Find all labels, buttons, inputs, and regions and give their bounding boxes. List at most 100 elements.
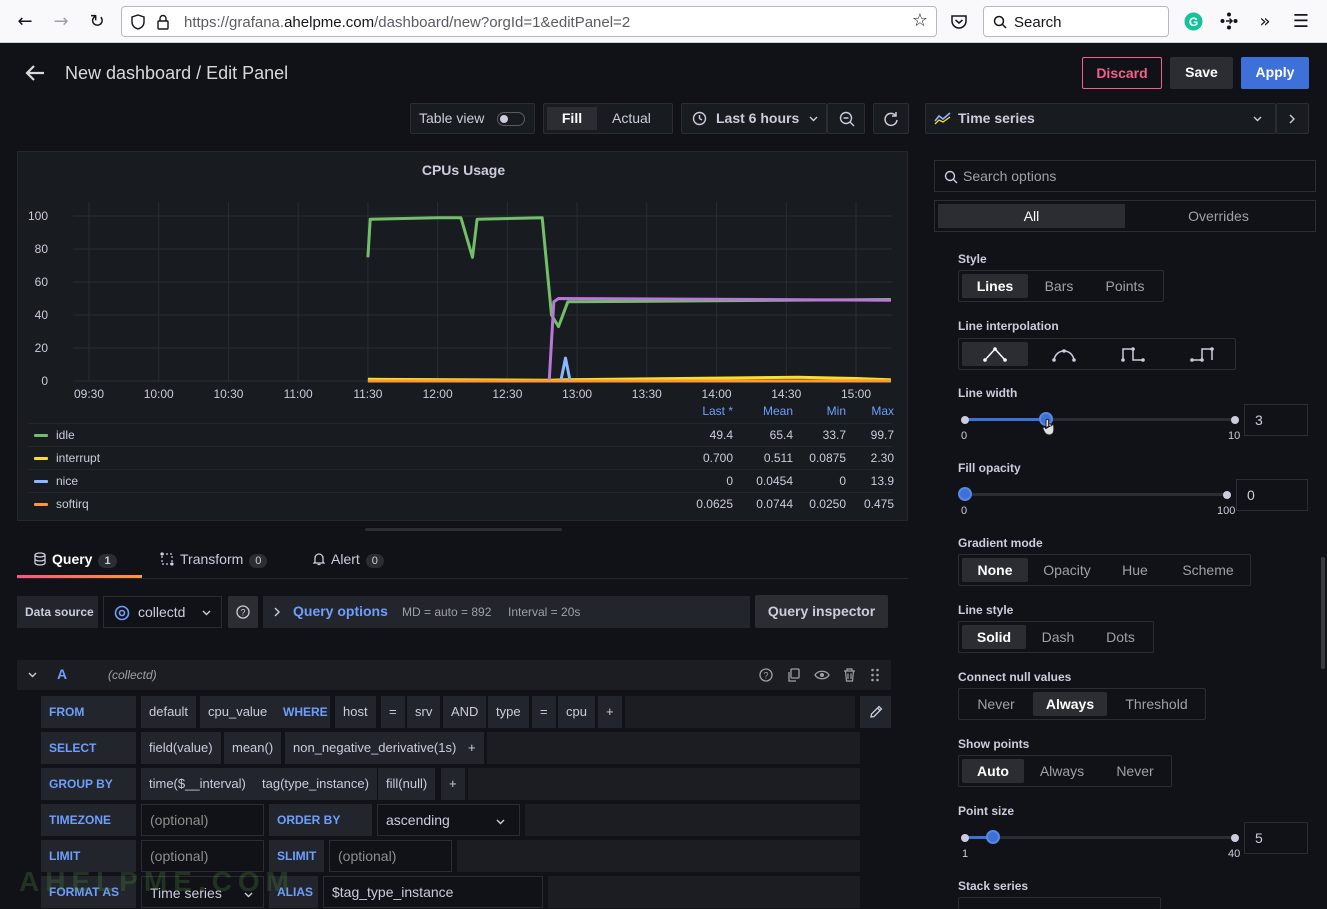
show-points-always-option[interactable]: Always xyxy=(1027,759,1097,783)
fill-opacity-slider-handle[interactable] xyxy=(958,487,972,501)
line-style-dash-option[interactable]: Dash xyxy=(1029,625,1087,649)
measurement-segment[interactable]: cpu_value xyxy=(200,696,276,728)
where-value-srv[interactable]: srv xyxy=(407,696,441,728)
legend-header[interactable]: Last * xyxy=(673,404,733,418)
fill-option[interactable]: Fill xyxy=(547,107,597,130)
group-by-fill-segment[interactable]: fill(null) xyxy=(378,768,436,800)
legend-row[interactable]: interrupt 0.700 0.511 0.0875 2.30 xyxy=(28,446,894,469)
where-operator[interactable]: = xyxy=(532,696,556,728)
group-by-time-segment[interactable]: time($__interval) xyxy=(141,768,254,800)
visualization-picker[interactable]: Time series xyxy=(925,103,1276,134)
point-size-input[interactable]: 5 xyxy=(1244,822,1308,854)
fill-opacity-slider-track[interactable] xyxy=(965,493,1227,496)
back-arrow-icon[interactable] xyxy=(24,63,46,83)
gradient-scheme-option[interactable]: Scheme xyxy=(1167,558,1249,582)
help-circle-icon[interactable]: ? xyxy=(759,668,773,682)
select-transform-segment[interactable]: non_negative_derivative(1s) xyxy=(285,732,465,764)
pocket-icon[interactable] xyxy=(950,13,968,31)
gradient-none-option[interactable]: None xyxy=(962,558,1028,582)
line-style-dots-option[interactable]: Dots xyxy=(1090,625,1151,649)
apply-button[interactable]: Apply xyxy=(1241,57,1309,89)
legend-row[interactable]: softirq 0.0625 0.0744 0.0250 0.475 xyxy=(28,492,894,515)
gradient-hue-option[interactable]: Hue xyxy=(1106,558,1164,582)
legend-header[interactable]: Max xyxy=(834,404,894,418)
tab-query[interactable]: Query 1 xyxy=(34,551,117,568)
fill-opacity-input[interactable]: 0 xyxy=(1236,479,1308,511)
legend-row[interactable]: idle 49.4 65.4 33.7 99.7 xyxy=(28,423,894,446)
time-range-picker[interactable]: Last 6 hours xyxy=(681,103,827,134)
line-width-input[interactable]: 3 xyxy=(1244,404,1308,436)
line-style-solid-option[interactable]: Solid xyxy=(962,625,1026,649)
options-scrollbar[interactable] xyxy=(1321,557,1325,669)
interp-linear-option[interactable] xyxy=(962,342,1028,366)
zoom-out-button[interactable] xyxy=(827,103,865,134)
group-by-tag-segment[interactable]: tag(type_instance) xyxy=(254,768,377,800)
select-field-segment[interactable]: field(value) xyxy=(141,732,221,764)
pane-resize-handle[interactable] xyxy=(365,528,562,531)
where-operator[interactable]: = xyxy=(381,696,405,728)
where-tag-type[interactable]: type xyxy=(488,696,529,728)
gradient-opacity-option[interactable]: Opacity xyxy=(1031,558,1103,582)
point-size-slider-track[interactable] xyxy=(965,836,1235,839)
data-source-picker[interactable]: collectd xyxy=(103,596,222,628)
show-points-never-option[interactable]: Never xyxy=(1100,759,1170,783)
trash-icon[interactable] xyxy=(843,668,856,682)
style-points-option[interactable]: Points xyxy=(1090,274,1160,298)
browser-search-input[interactable]: Search xyxy=(983,6,1169,37)
save-button[interactable]: Save xyxy=(1170,57,1233,89)
search-options-input[interactable]: Search options xyxy=(934,160,1316,192)
retention-policy-segment[interactable]: default xyxy=(141,696,197,728)
add-where-button[interactable]: + xyxy=(598,696,622,728)
point-size-slider-handle[interactable] xyxy=(986,830,1000,844)
edit-raw-query-button[interactable] xyxy=(860,696,891,728)
collapse-chevron-icon[interactable] xyxy=(28,672,37,678)
collapse-options-button[interactable] xyxy=(1276,103,1309,134)
series-line-purple[interactable] xyxy=(367,297,891,383)
legend-row[interactable]: nice 0 0.0454 0 13.9 xyxy=(28,469,894,492)
bookmark-star-icon[interactable]: ☆ xyxy=(908,9,932,33)
data-source-help-button[interactable]: ? xyxy=(228,596,258,628)
where-and-condition[interactable]: AND xyxy=(443,696,487,728)
select-aggregation-segment[interactable]: mean() xyxy=(224,732,282,764)
series-line-idle[interactable] xyxy=(366,216,891,329)
table-view-toggle[interactable]: Table view xyxy=(410,103,535,134)
add-group-by-button[interactable]: + xyxy=(441,768,465,800)
where-value-cpu[interactable]: cpu xyxy=(558,696,595,728)
interp-step-after-option[interactable] xyxy=(1169,342,1234,366)
drag-handle-icon[interactable] xyxy=(870,668,880,682)
legend-header[interactable]: Mean xyxy=(733,404,793,418)
connect-null-never-option[interactable]: Never xyxy=(962,692,1030,716)
back-arrow-icon[interactable]: ← xyxy=(13,10,37,34)
tab-all[interactable]: All xyxy=(938,204,1125,228)
alias-input[interactable]: $tag_type_instance xyxy=(323,876,543,908)
chart-plot[interactable] xyxy=(18,152,909,392)
tab-alert[interactable]: Alert 0 xyxy=(312,551,384,568)
timezone-input[interactable]: (optional) xyxy=(141,804,264,836)
tab-overrides[interactable]: Overrides xyxy=(1125,204,1312,228)
discard-button[interactable]: Discard xyxy=(1082,57,1162,89)
eye-icon[interactable] xyxy=(814,669,830,681)
extension-icon[interactable] xyxy=(1220,12,1238,30)
query-inspector-button[interactable]: Query inspector xyxy=(755,595,888,628)
grammarly-icon[interactable]: G xyxy=(1184,12,1203,31)
where-tag-host[interactable]: host xyxy=(335,696,376,728)
interp-step-before-option[interactable] xyxy=(1100,342,1166,366)
query-options-bar[interactable]: Query options MD = auto = 892 Interval =… xyxy=(263,596,750,628)
order-by-time-select[interactable]: ascending xyxy=(377,804,520,836)
address-bar[interactable]: https://grafana.ahelpme.com/dashboard/ne… xyxy=(121,6,937,37)
actual-option[interactable]: Actual xyxy=(612,104,651,133)
interp-smooth-option[interactable] xyxy=(1031,342,1097,366)
connect-null-threshold-option[interactable]: Threshold xyxy=(1110,692,1203,716)
copy-icon[interactable] xyxy=(787,668,801,682)
query-ref-id[interactable]: A xyxy=(57,666,67,682)
overflow-chevrons-icon[interactable]: » xyxy=(1253,10,1277,34)
slimit-input[interactable]: (optional) xyxy=(329,840,452,872)
toggle-switch[interactable] xyxy=(497,112,525,126)
tab-transform[interactable]: Transform 0 xyxy=(160,551,268,568)
style-bars-option[interactable]: Bars xyxy=(1031,274,1087,298)
connect-null-always-option[interactable]: Always xyxy=(1033,692,1107,716)
hamburger-menu-icon[interactable]: ☰ xyxy=(1289,10,1313,34)
style-lines-option[interactable]: Lines xyxy=(962,274,1028,298)
forward-arrow-icon[interactable]: → xyxy=(49,10,73,34)
show-points-auto-option[interactable]: Auto xyxy=(962,759,1024,783)
